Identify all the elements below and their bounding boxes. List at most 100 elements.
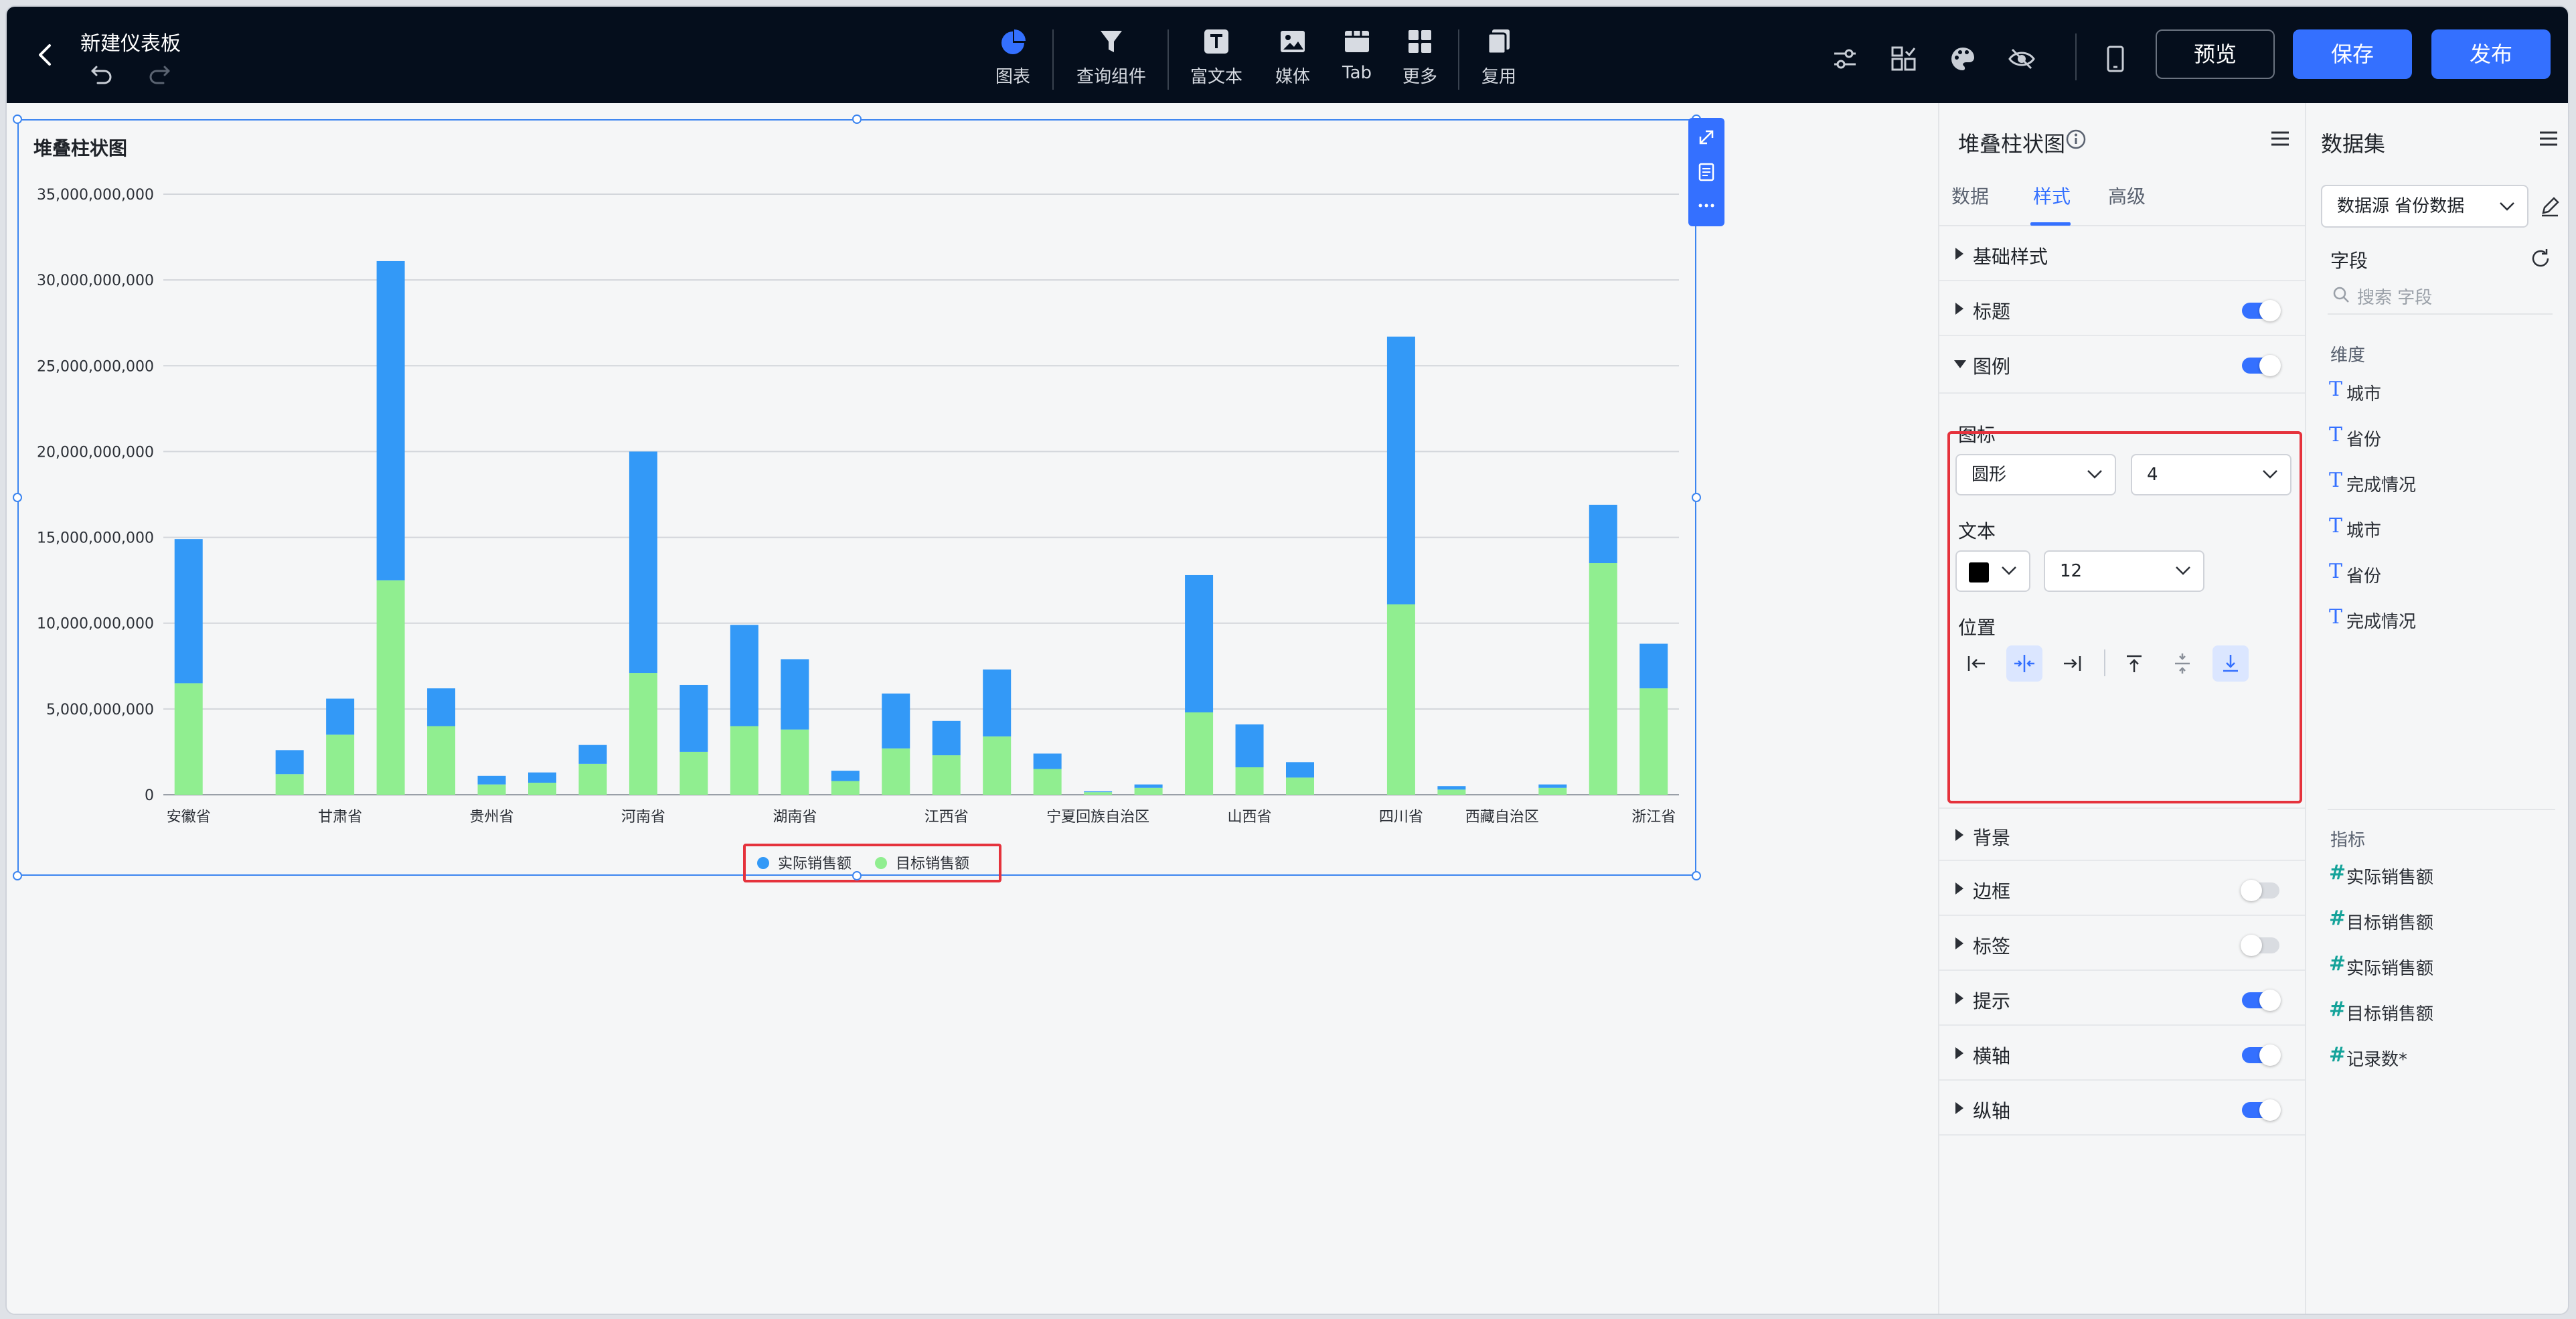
tool-media-label: 媒体 <box>1275 67 1310 87</box>
text-field-icon: T <box>2329 514 2343 538</box>
section-label: 基础样式 <box>1973 246 2048 268</box>
dashboard-title[interactable]: 新建仪表板 <box>80 27 181 56</box>
x-tick-label: 河南省 <box>621 809 665 826</box>
section-background[interactable]: 背景 <box>1939 807 2306 861</box>
publish-button[interactable]: 发布 <box>2431 29 2551 79</box>
section-y-axis[interactable]: 纵轴 <box>1939 1082 2306 1136</box>
tool-more[interactable]: 更多 <box>1396 27 1443 94</box>
more-dots-icon[interactable] <box>1696 196 1716 216</box>
refresh-icon[interactable] <box>2528 246 2553 270</box>
resize-handle[interactable] <box>1692 493 1701 502</box>
caret-right-icon <box>1955 992 1963 1004</box>
info-icon[interactable] <box>2065 129 2087 150</box>
x-axis-toggle[interactable] <box>2242 1044 2281 1066</box>
dataset-panel: 数据集 数据源 省份数据 字段 搜索 字段 维度 T 城市 T 省份 T 完成情况 T 城市 T… <box>2305 103 2568 1314</box>
bar-segment <box>1185 574 1214 712</box>
bar-segment <box>1185 712 1214 795</box>
field-search-input[interactable]: 搜索 字段 <box>2328 279 2553 315</box>
tab-style[interactable]: 样式 <box>2033 182 2071 209</box>
tool-tab[interactable]: Tab <box>1334 27 1380 94</box>
text-field-icon: T <box>2329 378 2343 401</box>
dimension-field-item[interactable]: 城市 <box>2346 517 2381 542</box>
menu-lines-icon[interactable] <box>2269 129 2291 149</box>
expand-icon[interactable] <box>1696 127 1716 147</box>
resize-handle[interactable] <box>852 871 862 880</box>
dimension-field-item[interactable]: 城市 <box>2346 380 2381 405</box>
palette-icon[interactable] <box>1948 44 1978 74</box>
bar-segment <box>932 720 961 756</box>
copy-icon <box>1487 29 1510 55</box>
sliders-icon[interactable] <box>1830 44 1860 74</box>
tool-chart[interactable]: 图表 <box>989 27 1036 94</box>
dimension-field-item[interactable]: 省份 <box>2346 562 2381 587</box>
legend-toggle[interactable] <box>2242 355 2281 376</box>
bar-segment <box>1235 767 1264 795</box>
tool-query[interactable]: 查询组件 <box>1071 27 1151 94</box>
measure-field-item[interactable]: 实际销售额 <box>2346 864 2433 888</box>
section-legend[interactable]: 图例 <box>1939 337 2306 391</box>
measure-field-item[interactable]: 记录数* <box>2346 1046 2407 1071</box>
bar-segment <box>1134 784 1163 788</box>
y-axis-toggle[interactable] <box>2242 1099 2281 1121</box>
measure-field-item[interactable]: 目标销售额 <box>2346 909 2433 934</box>
bar-segment <box>781 729 809 795</box>
section-tooltip[interactable]: 提示 <box>1939 972 2306 1026</box>
measure-field-item[interactable]: 目标销售额 <box>2346 1000 2433 1025</box>
bar-segment <box>1589 504 1617 564</box>
tool-reuse[interactable]: 复用 <box>1475 27 1522 94</box>
number-field-icon: # <box>2329 907 2346 930</box>
section-labels[interactable]: 标签 <box>1939 917 2306 971</box>
back-arrow-icon[interactable] <box>31 40 60 70</box>
labels-toggle[interactable] <box>2241 935 2279 956</box>
redo-icon[interactable] <box>146 62 173 86</box>
dimension-field-item[interactable]: 完成情况 <box>2346 608 2416 633</box>
divider <box>1939 392 2306 394</box>
dataset-select[interactable]: 数据源 省份数据 <box>2321 185 2528 228</box>
y-tick-label: 10,000,000,000 <box>37 616 154 633</box>
preview-button[interactable]: 预览 <box>2156 29 2275 79</box>
measure-field-item[interactable]: 实际销售额 <box>2346 955 2433 980</box>
edit-pencil-icon[interactable] <box>2538 194 2562 218</box>
bar-segment <box>376 580 405 795</box>
panel-tabs: 数据 样式 高级 <box>1939 182 2306 226</box>
resize-handle[interactable] <box>13 871 22 880</box>
tool-richtext[interactable]: 富文本 <box>1186 27 1246 94</box>
title-toggle[interactable] <box>2242 300 2281 321</box>
bar-segment <box>983 736 1012 795</box>
tab-data[interactable]: 数据 <box>1951 182 1989 209</box>
tooltip-toggle[interactable] <box>2242 990 2281 1011</box>
section-title[interactable]: 标题 <box>1939 283 2306 336</box>
document-icon[interactable] <box>1696 162 1716 182</box>
y-tick-label: 25,000,000,000 <box>37 358 154 375</box>
filter-funnel-icon <box>1101 31 1122 52</box>
save-button[interactable]: 保存 <box>2293 29 2412 79</box>
tool-richtext-label: 富文本 <box>1190 67 1242 87</box>
undo-icon[interactable] <box>88 62 115 86</box>
dimension-field-item[interactable]: 完成情况 <box>2346 471 2416 496</box>
bar-segment <box>174 539 203 684</box>
caret-down-icon <box>1954 360 1966 368</box>
section-border[interactable]: 边框 <box>1939 862 2306 916</box>
menu-lines-icon[interactable] <box>2537 129 2560 149</box>
resize-handle[interactable] <box>13 493 22 502</box>
resize-handle[interactable] <box>852 114 862 124</box>
mobile-icon[interactable] <box>2101 44 2130 74</box>
bar-segment <box>477 784 506 795</box>
tab-advanced[interactable]: 高级 <box>2108 182 2146 209</box>
chart-widget[interactable]: 0 5,000,000,000 10,000,000,000 15,000,000,0… <box>17 119 1696 882</box>
legend-highlight-box <box>743 844 1001 882</box>
section-x-axis[interactable]: 横轴 <box>1939 1027 2306 1081</box>
bar-segment <box>831 781 860 795</box>
layout-icon[interactable] <box>1889 44 1919 74</box>
section-label: 标签 <box>1973 935 2011 957</box>
section-basic-style[interactable]: 基础样式 <box>1939 228 2306 281</box>
dashboard-canvas[interactable]: 0 5,000,000,000 10,000,000,000 15,000,000,0… <box>7 103 1938 1314</box>
text-field-icon: T <box>2329 423 2343 447</box>
resize-handle[interactable] <box>13 114 22 124</box>
dimension-field-item[interactable]: 省份 <box>2346 426 2381 451</box>
bar-segment <box>578 745 607 764</box>
eye-off-icon[interactable] <box>2007 44 2036 74</box>
resize-handle[interactable] <box>1692 871 1701 880</box>
border-toggle[interactable] <box>2241 880 2279 901</box>
tool-media[interactable]: 媒体 <box>1269 27 1316 94</box>
